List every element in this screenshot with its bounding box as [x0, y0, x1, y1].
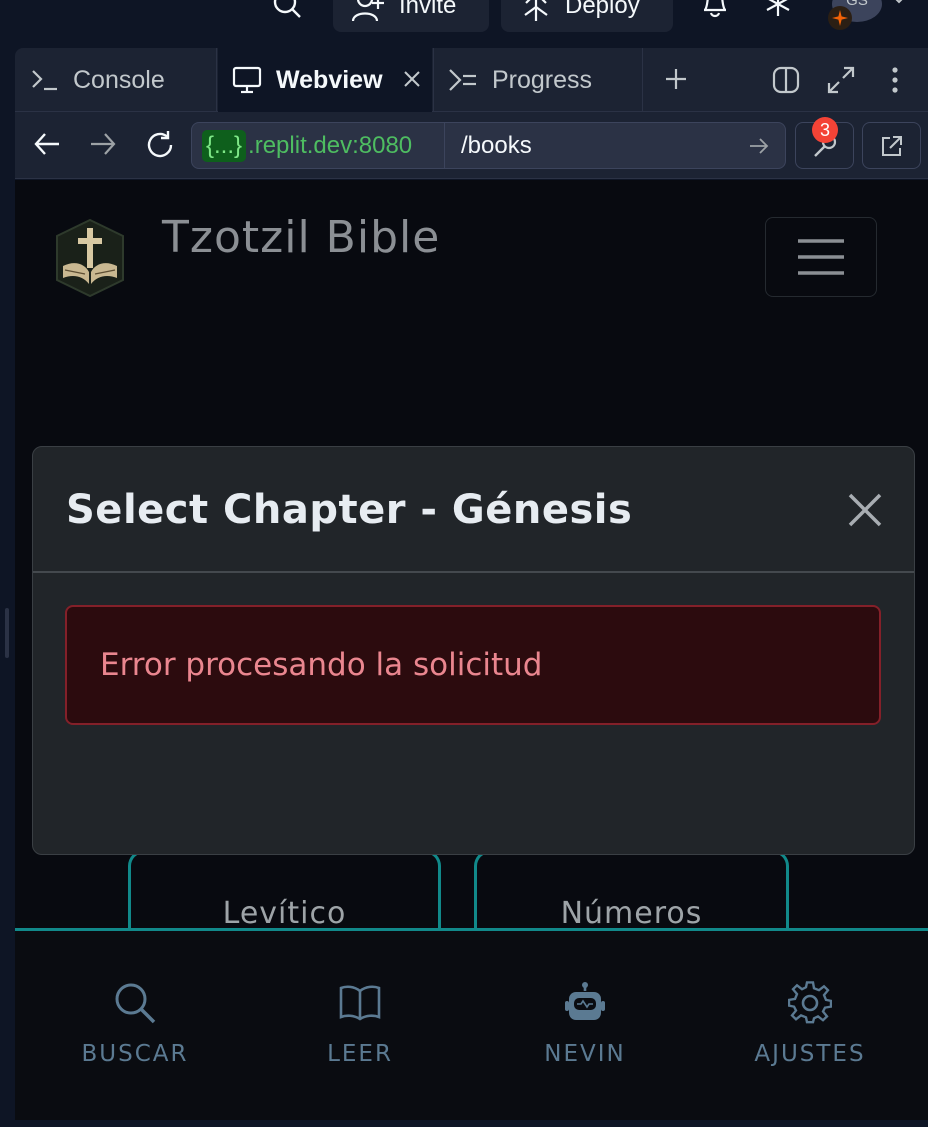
monitor-icon [232, 66, 262, 94]
star-icon [832, 10, 848, 26]
bottom-nav: BUSCAR LEER NEVIN AJUSTES [15, 931, 928, 1120]
book-card-levitico[interactable]: Levítico [128, 850, 441, 935]
app-navbar: Tzotzil Bible [15, 180, 928, 310]
nav-nevin-label: NEVIN [544, 1041, 626, 1067]
tab-console-label: Console [73, 65, 165, 94]
search-icon [273, 0, 301, 18]
app-title[interactable]: Tzotzil Bible [162, 212, 440, 263]
deploy-button[interactable]: Deploy [501, 0, 673, 32]
avatar-badge [828, 6, 852, 30]
url-host-pill: {...} [202, 129, 247, 162]
deploy-icon [524, 0, 548, 21]
external-link-icon [881, 135, 902, 156]
plus-icon[interactable] [665, 68, 687, 90]
invite-label: Invite [399, 0, 457, 19]
book-name: Levítico [222, 896, 347, 931]
modal-title: Select Chapter - Génesis [66, 487, 633, 533]
left-gutter [0, 48, 15, 1127]
robot-icon [565, 982, 605, 1020]
resize-handle[interactable] [5, 608, 9, 658]
modal-header: Select Chapter - Génesis [33, 447, 914, 573]
book-open-icon [339, 985, 381, 1021]
hamburger-menu-button[interactable] [765, 217, 877, 297]
bell-icon [704, 0, 726, 18]
webview-frame: Tzotzil Bible Levítico Números BUSCAR LE… [15, 180, 928, 1120]
nav-leer[interactable]: LEER [270, 981, 450, 1067]
book-name: Números [560, 896, 703, 931]
browser-toolbar: {...} .replit.dev:8080 /books [15, 112, 928, 179]
nav-leer-label: LEER [327, 1041, 393, 1067]
split-pane-icon[interactable] [772, 66, 800, 94]
close-tab-icon[interactable] [403, 70, 421, 88]
error-alert: Error procesando la solicitud [65, 605, 881, 725]
gear-icon [788, 981, 832, 1024]
url-input[interactable]: {...} .replit.dev:8080 /books [191, 122, 786, 169]
tab-webview[interactable]: Webview [218, 48, 432, 112]
panel-tabs: Console Webview Progress [15, 48, 928, 112]
nav-ajustes[interactable]: AJUSTES [720, 981, 900, 1067]
hamburger-icon [798, 239, 844, 275]
chevron-down-icon[interactable] [890, 0, 908, 8]
book-card-numeros[interactable]: Números [474, 850, 789, 935]
terminal-icon [32, 70, 57, 91]
add-user-icon [351, 0, 384, 22]
chapter-select-modal: Select Chapter - Génesis Error procesand… [32, 446, 915, 855]
tab-webview-label: Webview [276, 65, 383, 94]
open-in-new-tab-button[interactable] [862, 122, 921, 169]
more-vertical-icon[interactable] [890, 66, 900, 94]
deploy-label: Deploy [565, 0, 640, 19]
nav-ajustes-label: AJUSTES [754, 1041, 866, 1067]
tab-console[interactable]: Console [15, 48, 217, 112]
nav-nevin[interactable]: NEVIN [495, 981, 675, 1067]
notifications-button[interactable] [700, 0, 734, 18]
progress-icon [449, 69, 476, 91]
url-host: {...} .replit.dev:8080 [192, 123, 445, 168]
back-arrow-icon[interactable] [33, 130, 61, 158]
invite-button[interactable]: Invite [333, 0, 489, 32]
reload-icon[interactable] [145, 130, 175, 160]
tab-progress-label: Progress [492, 65, 593, 94]
workspace-header: Invite Deploy GS [0, 0, 928, 48]
go-arrow-icon[interactable] [749, 136, 769, 156]
devtools-badge: 3 [812, 117, 838, 143]
nav-buscar[interactable]: BUSCAR [45, 981, 225, 1067]
tab-progress[interactable]: Progress [433, 48, 643, 112]
error-message: Error procesando la solicitud [100, 647, 543, 683]
expand-icon[interactable] [827, 66, 855, 94]
url-host-text: .replit.dev:8080 [248, 131, 413, 159]
search-icon [115, 983, 156, 1024]
avatar-initials: GS [846, 0, 868, 9]
bible-logo-icon[interactable] [53, 218, 127, 298]
close-icon[interactable] [847, 492, 883, 528]
forward-arrow-icon[interactable] [89, 130, 117, 158]
search-button[interactable] [272, 0, 308, 22]
ai-button[interactable] [764, 0, 798, 18]
sparkle-icon [766, 0, 790, 16]
nav-buscar-label: BUSCAR [81, 1041, 189, 1067]
url-path[interactable]: /books [445, 132, 749, 160]
